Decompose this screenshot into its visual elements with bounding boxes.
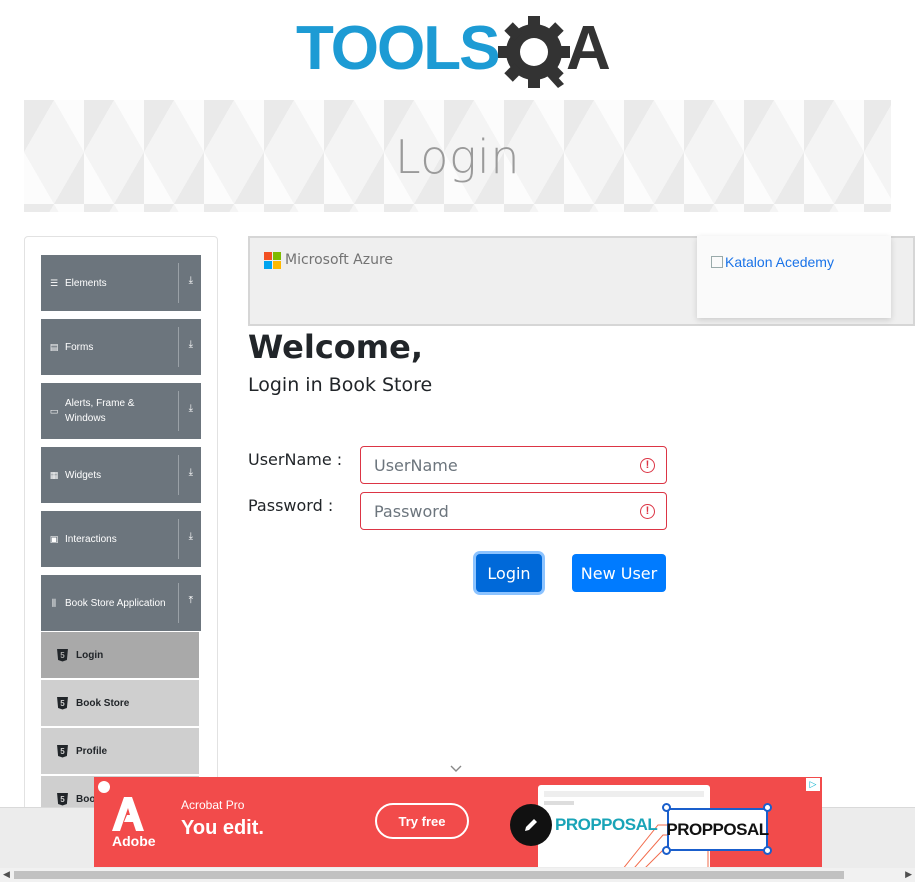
logo-tools-text: TOOLS (296, 14, 498, 83)
separator (178, 263, 179, 303)
microsoft-azure-logo: Microsoft Azure (264, 252, 394, 269)
sidebar-group-elements[interactable]: ☰ Elements ⤓ (41, 255, 201, 311)
sidebar-group-label: Interactions (65, 533, 117, 545)
chevron-down-icon[interactable] (450, 763, 462, 775)
books-icon: ⫼ (51, 597, 57, 608)
broken-image-icon (711, 256, 723, 268)
expand-icon: ⤓ (188, 403, 193, 414)
ad-banner-bottom[interactable]: Adobe Acrobat Pro You edit. Try free PRO… (94, 777, 822, 867)
gear-icon (498, 16, 570, 88)
scroll-left-icon[interactable]: ◀ (3, 869, 10, 880)
separator (178, 519, 179, 559)
sidebar-group-label: Widgets (65, 469, 102, 481)
katalon-image-placeholder[interactable]: Katalon Acedemy (711, 254, 834, 270)
login-button[interactable]: Login (476, 554, 542, 592)
password-label: Password : (248, 496, 334, 515)
microsoft-icon (264, 252, 281, 269)
separator (178, 583, 179, 623)
html5-icon: 5 (57, 696, 68, 710)
page-title: Login (394, 130, 520, 184)
page-banner: Login (24, 100, 891, 212)
sidebar-item-label: Login (76, 649, 104, 661)
toolsqa-logo[interactable]: TOOLS A (296, 14, 622, 94)
resize-handle (763, 803, 772, 812)
try-free-button[interactable]: Try free (375, 803, 469, 839)
expand-icon: ⤓ (188, 467, 193, 478)
login-subtitle: Login in Book Store (248, 374, 433, 396)
username-input[interactable] (361, 447, 666, 483)
separator (178, 327, 179, 367)
username-field[interactable]: ! (360, 446, 667, 484)
sidebar-group-forms[interactable]: ▤ Forms ⤓ (41, 319, 201, 375)
password-input[interactable] (361, 493, 666, 529)
ad-product: Acrobat Pro (181, 798, 245, 812)
sidebar-group-label: Book Store Application (65, 597, 166, 609)
expand-icon: ⤓ (188, 339, 193, 350)
sidebar-group-alerts[interactable]: ▭ Alerts, Frame & Windows ⤓ (41, 383, 201, 439)
sidebar-group-label: Forms (65, 341, 94, 353)
html5-icon: 5 (57, 792, 68, 806)
error-icon: ! (640, 504, 655, 519)
welcome-heading: Welcome, (248, 328, 423, 366)
toolsqa-logo-graphic: TOOLS A (296, 14, 611, 88)
resize-handle (763, 846, 772, 855)
sidebar-item-label: Book Store (76, 697, 130, 709)
expand-icon: ⤓ (188, 531, 193, 542)
ad-doc-text-selected: PROPPOSAL (666, 808, 769, 851)
pen-icon (510, 804, 552, 846)
resize-handle (662, 803, 671, 812)
expand-icon: ⤓ (188, 275, 193, 286)
form-icon: ▤ (49, 341, 59, 352)
sidebar-group-book-store[interactable]: ⫼ Book Store Application ⤒ (41, 575, 201, 631)
ad-doc-text: PROPPOSAL (555, 815, 658, 834)
sidebar: ☰ Elements ⤓ ▤ Forms ⤓ ▭ Alerts, Frame &… (24, 236, 218, 836)
sidebar-item-book-store[interactable]: 5 Book Store (41, 680, 199, 726)
username-label: UserName : (248, 450, 343, 469)
katalon-alt-text: Katalon Acedemy (725, 254, 834, 270)
logo-a-text: A (566, 14, 611, 83)
scrollbar-thumb[interactable] (14, 871, 844, 879)
sidebar-group-widgets[interactable]: ▦ Widgets ⤓ (41, 447, 201, 503)
html5-icon: 5 (57, 744, 68, 758)
sidebar-item-profile[interactable]: 5 Profile (41, 728, 199, 774)
resize-handle (662, 846, 671, 855)
adobe-wordmark: Adobe (112, 833, 156, 849)
adchoices-icon[interactable]: ▷ (806, 778, 820, 791)
window-icon: ▭ (49, 405, 59, 416)
scroll-right-icon[interactable]: ▶ (905, 869, 912, 880)
password-field[interactable]: ! (360, 492, 667, 530)
grid-icon: ▦ (49, 469, 59, 480)
separator (178, 455, 179, 495)
sidebar-item-login[interactable]: 5 Login (41, 632, 199, 678)
sidebar-item-label: Profile (76, 745, 108, 757)
collapse-icon: ⤒ (188, 595, 193, 606)
sidebar-group-label: Alerts, Frame & Windows (65, 398, 135, 424)
html5-icon: 5 (57, 648, 68, 662)
ad-brand: Microsoft Azure (285, 252, 394, 268)
sidebar-group-interactions[interactable]: ▣ Interactions ⤓ (41, 511, 201, 567)
new-user-button[interactable]: New User (572, 554, 666, 592)
error-icon: ! (640, 458, 655, 473)
doc-icon: ▣ (49, 533, 59, 544)
list-icon: ☰ (49, 277, 59, 288)
sidebar-group-label: Elements (65, 277, 107, 289)
separator (178, 391, 179, 431)
ad-tagline: You edit. (181, 817, 264, 839)
horizontal-scrollbar[interactable]: ◀ ▶ (0, 868, 915, 882)
katalon-ad[interactable]: Katalon Acedemy (697, 236, 891, 318)
